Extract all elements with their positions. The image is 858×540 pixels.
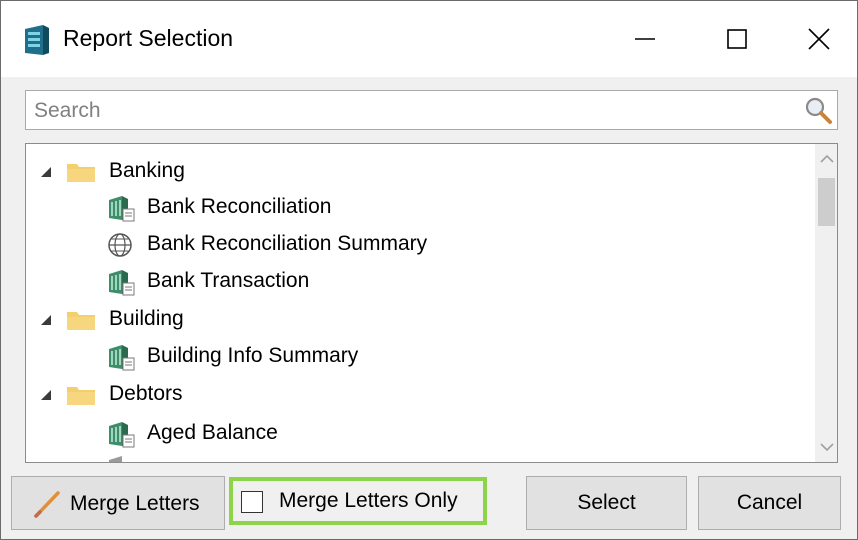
- folder-icon: [67, 387, 95, 405]
- tree-item-label: Building: [109, 307, 184, 330]
- close-button[interactable]: [777, 1, 858, 77]
- tree-item-bank-reconciliation-summary[interactable]: Bank Reconciliation Summary: [26, 225, 816, 263]
- maximize-icon: [727, 29, 747, 49]
- vertical-scrollbar[interactable]: [815, 144, 837, 462]
- search-input[interactable]: Search: [25, 90, 838, 130]
- merge-letters-label: Merge Letters: [70, 492, 200, 515]
- search-placeholder: Search: [34, 99, 101, 122]
- window-title: Report Selection: [63, 25, 234, 51]
- select-button[interactable]: Select: [526, 476, 687, 530]
- report-icon: [109, 196, 135, 222]
- report-icon: [109, 345, 135, 371]
- report-tree[interactable]: Banking Bank Reconciliation Bank Reconci…: [25, 143, 838, 463]
- tree-item-label: Debtors: [109, 382, 183, 405]
- tree-item-partial[interactable]: [26, 452, 816, 462]
- globe-icon: [108, 233, 132, 257]
- scroll-down-arrow-icon[interactable]: [820, 442, 834, 452]
- folder-icon: [67, 312, 95, 330]
- close-icon: [808, 28, 830, 50]
- minimize-icon: [635, 38, 655, 40]
- merge-letters-only-label[interactable]: Merge Letters Only: [279, 489, 458, 513]
- title-bar[interactable]: Report Selection: [1, 1, 857, 77]
- tree-item-aged-balance[interactable]: Aged Balance: [26, 414, 816, 452]
- tree-item-label: Bank Transaction: [147, 269, 310, 292]
- database-report-icon: [25, 25, 49, 55]
- scrollbar-thumb[interactable]: [818, 178, 835, 226]
- minimize-button[interactable]: [603, 1, 687, 77]
- scroll-up-arrow-icon[interactable]: [820, 154, 834, 164]
- tree-item-label: Aged Balance: [147, 421, 278, 444]
- maximize-button[interactable]: [695, 1, 779, 77]
- tree-item-bank-transaction[interactable]: Bank Transaction: [26, 262, 816, 300]
- tree-item-building-info-summary[interactable]: Building Info Summary: [26, 337, 816, 375]
- tree-group-debtors[interactable]: Debtors: [26, 375, 816, 413]
- merge-letters-only-checkbox-group[interactable]: Merge Letters Only: [229, 477, 487, 525]
- expanded-arrow-icon[interactable]: [40, 389, 52, 401]
- expanded-arrow-icon[interactable]: [40, 166, 52, 178]
- tree-item-bank-reconciliation[interactable]: Bank Reconciliation: [26, 188, 816, 226]
- report-icon: [109, 456, 122, 462]
- tree-group-building[interactable]: Building: [26, 300, 816, 338]
- tree-item-label: Building Info Summary: [147, 344, 359, 367]
- report-icon: [109, 270, 135, 296]
- merge-letters-only-checkbox[interactable]: [241, 491, 263, 513]
- search-icon[interactable]: [803, 95, 833, 125]
- expanded-arrow-icon[interactable]: [40, 314, 52, 326]
- tree-item-label: Bank Reconciliation Summary: [147, 232, 428, 255]
- merge-letters-button[interactable]: Merge Letters: [11, 476, 225, 530]
- tree-item-label: Bank Reconciliation: [147, 195, 332, 218]
- report-selection-dialog: Report Selection Search Banking Bank Rec…: [0, 0, 858, 540]
- report-icon: [109, 422, 135, 448]
- tree-item-label: Banking: [109, 159, 185, 182]
- pencil-icon: [34, 491, 60, 518]
- cancel-button[interactable]: Cancel: [698, 476, 841, 530]
- folder-icon: [67, 164, 95, 182]
- tree-group-banking[interactable]: Banking: [26, 152, 816, 190]
